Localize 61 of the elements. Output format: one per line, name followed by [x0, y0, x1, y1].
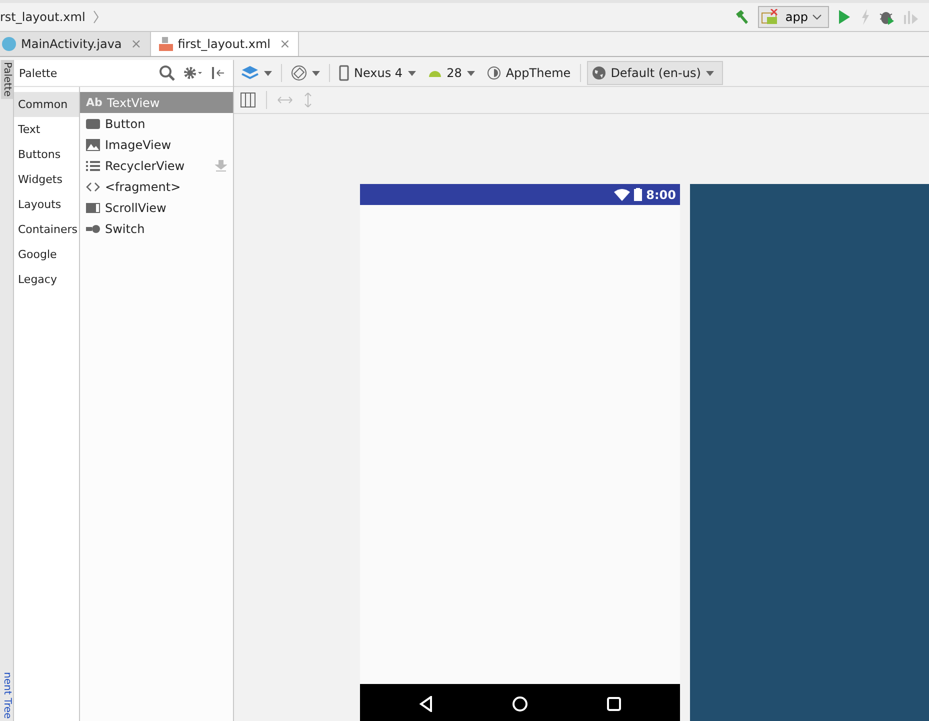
editor-tab[interactable]: first_layout.xml ×	[150, 32, 300, 56]
code-brackets-icon	[86, 180, 100, 192]
caret-icon	[264, 70, 272, 76]
button-shape-icon	[86, 118, 100, 130]
image-icon	[86, 138, 100, 150]
palette-category[interactable]: Google	[14, 242, 79, 267]
breadcrumb-file[interactable]: rst_layout.xml	[0, 10, 86, 24]
status-time: 8:00	[646, 188, 676, 202]
palette-item[interactable]: Button	[80, 113, 233, 134]
globe-icon	[592, 66, 606, 80]
caret-icon	[408, 70, 416, 76]
palette-tool-tab[interactable]: Palette	[0, 60, 12, 99]
palette-item[interactable]: Switch	[80, 218, 233, 239]
search-icon[interactable]	[159, 65, 175, 81]
caret-icon	[706, 70, 714, 76]
switch-icon	[86, 222, 100, 234]
locale-dropdown[interactable]: Default (en-us)	[586, 61, 723, 85]
caret-icon	[466, 70, 475, 76]
chevron-icon	[93, 10, 100, 24]
theme-icon	[486, 66, 501, 80]
close-tab-button[interactable]: ×	[280, 36, 290, 52]
palette-item[interactable]: ScrollView	[80, 197, 233, 218]
palette-title: Palette	[19, 66, 58, 80]
wifi-icon	[614, 188, 630, 200]
caret-icon	[312, 70, 320, 76]
palette-category[interactable]: Layouts	[14, 192, 79, 217]
scroll-view-icon	[86, 202, 100, 214]
hammer-icon[interactable]	[734, 9, 750, 25]
run-icon[interactable]	[837, 9, 851, 25]
palette-category[interactable]: Legacy	[14, 267, 79, 292]
palette-category[interactable]: Containers	[14, 217, 79, 242]
palette-category[interactable]: Text	[14, 117, 79, 142]
columns-icon[interactable]	[240, 92, 256, 108]
palette-category[interactable]: Buttons	[14, 142, 79, 167]
layout-file-icon	[158, 37, 173, 51]
recents-icon[interactable]	[606, 697, 621, 711]
bug-icon[interactable]	[879, 9, 895, 25]
editor-tab[interactable]: MainActivity.java ×	[0, 32, 151, 56]
rotate-icon	[291, 65, 307, 81]
home-icon[interactable]	[512, 696, 528, 712]
text-view-icon: Ab	[86, 96, 102, 109]
caret-icon	[812, 14, 822, 20]
theme-button[interactable]: AppTheme	[484, 61, 574, 85]
palette-category[interactable]: Common	[14, 92, 79, 117]
device-dropdown[interactable]: Nexus 4	[336, 61, 419, 85]
api-level-dropdown[interactable]: 28	[424, 61, 478, 85]
run-configuration-dropdown[interactable]: app	[758, 6, 829, 28]
layers-icon	[241, 65, 259, 81]
palette-item[interactable]: RecyclerView	[80, 155, 233, 176]
back-icon[interactable]	[419, 696, 434, 712]
battery-icon	[634, 188, 642, 201]
list-icon	[86, 160, 100, 172]
settings-icon[interactable]	[183, 66, 203, 80]
phone-icon	[339, 65, 349, 81]
palette-item[interactable]: ImageView	[80, 134, 233, 155]
palette-item[interactable]: <fragment>	[80, 176, 233, 197]
android-icon	[428, 68, 442, 78]
pin-left-icon[interactable]	[211, 66, 225, 80]
class-file-icon	[2, 37, 16, 51]
component-tree-tool-tab[interactable]: nent Tree	[0, 672, 12, 721]
palette-category[interactable]: Widgets	[14, 167, 79, 192]
